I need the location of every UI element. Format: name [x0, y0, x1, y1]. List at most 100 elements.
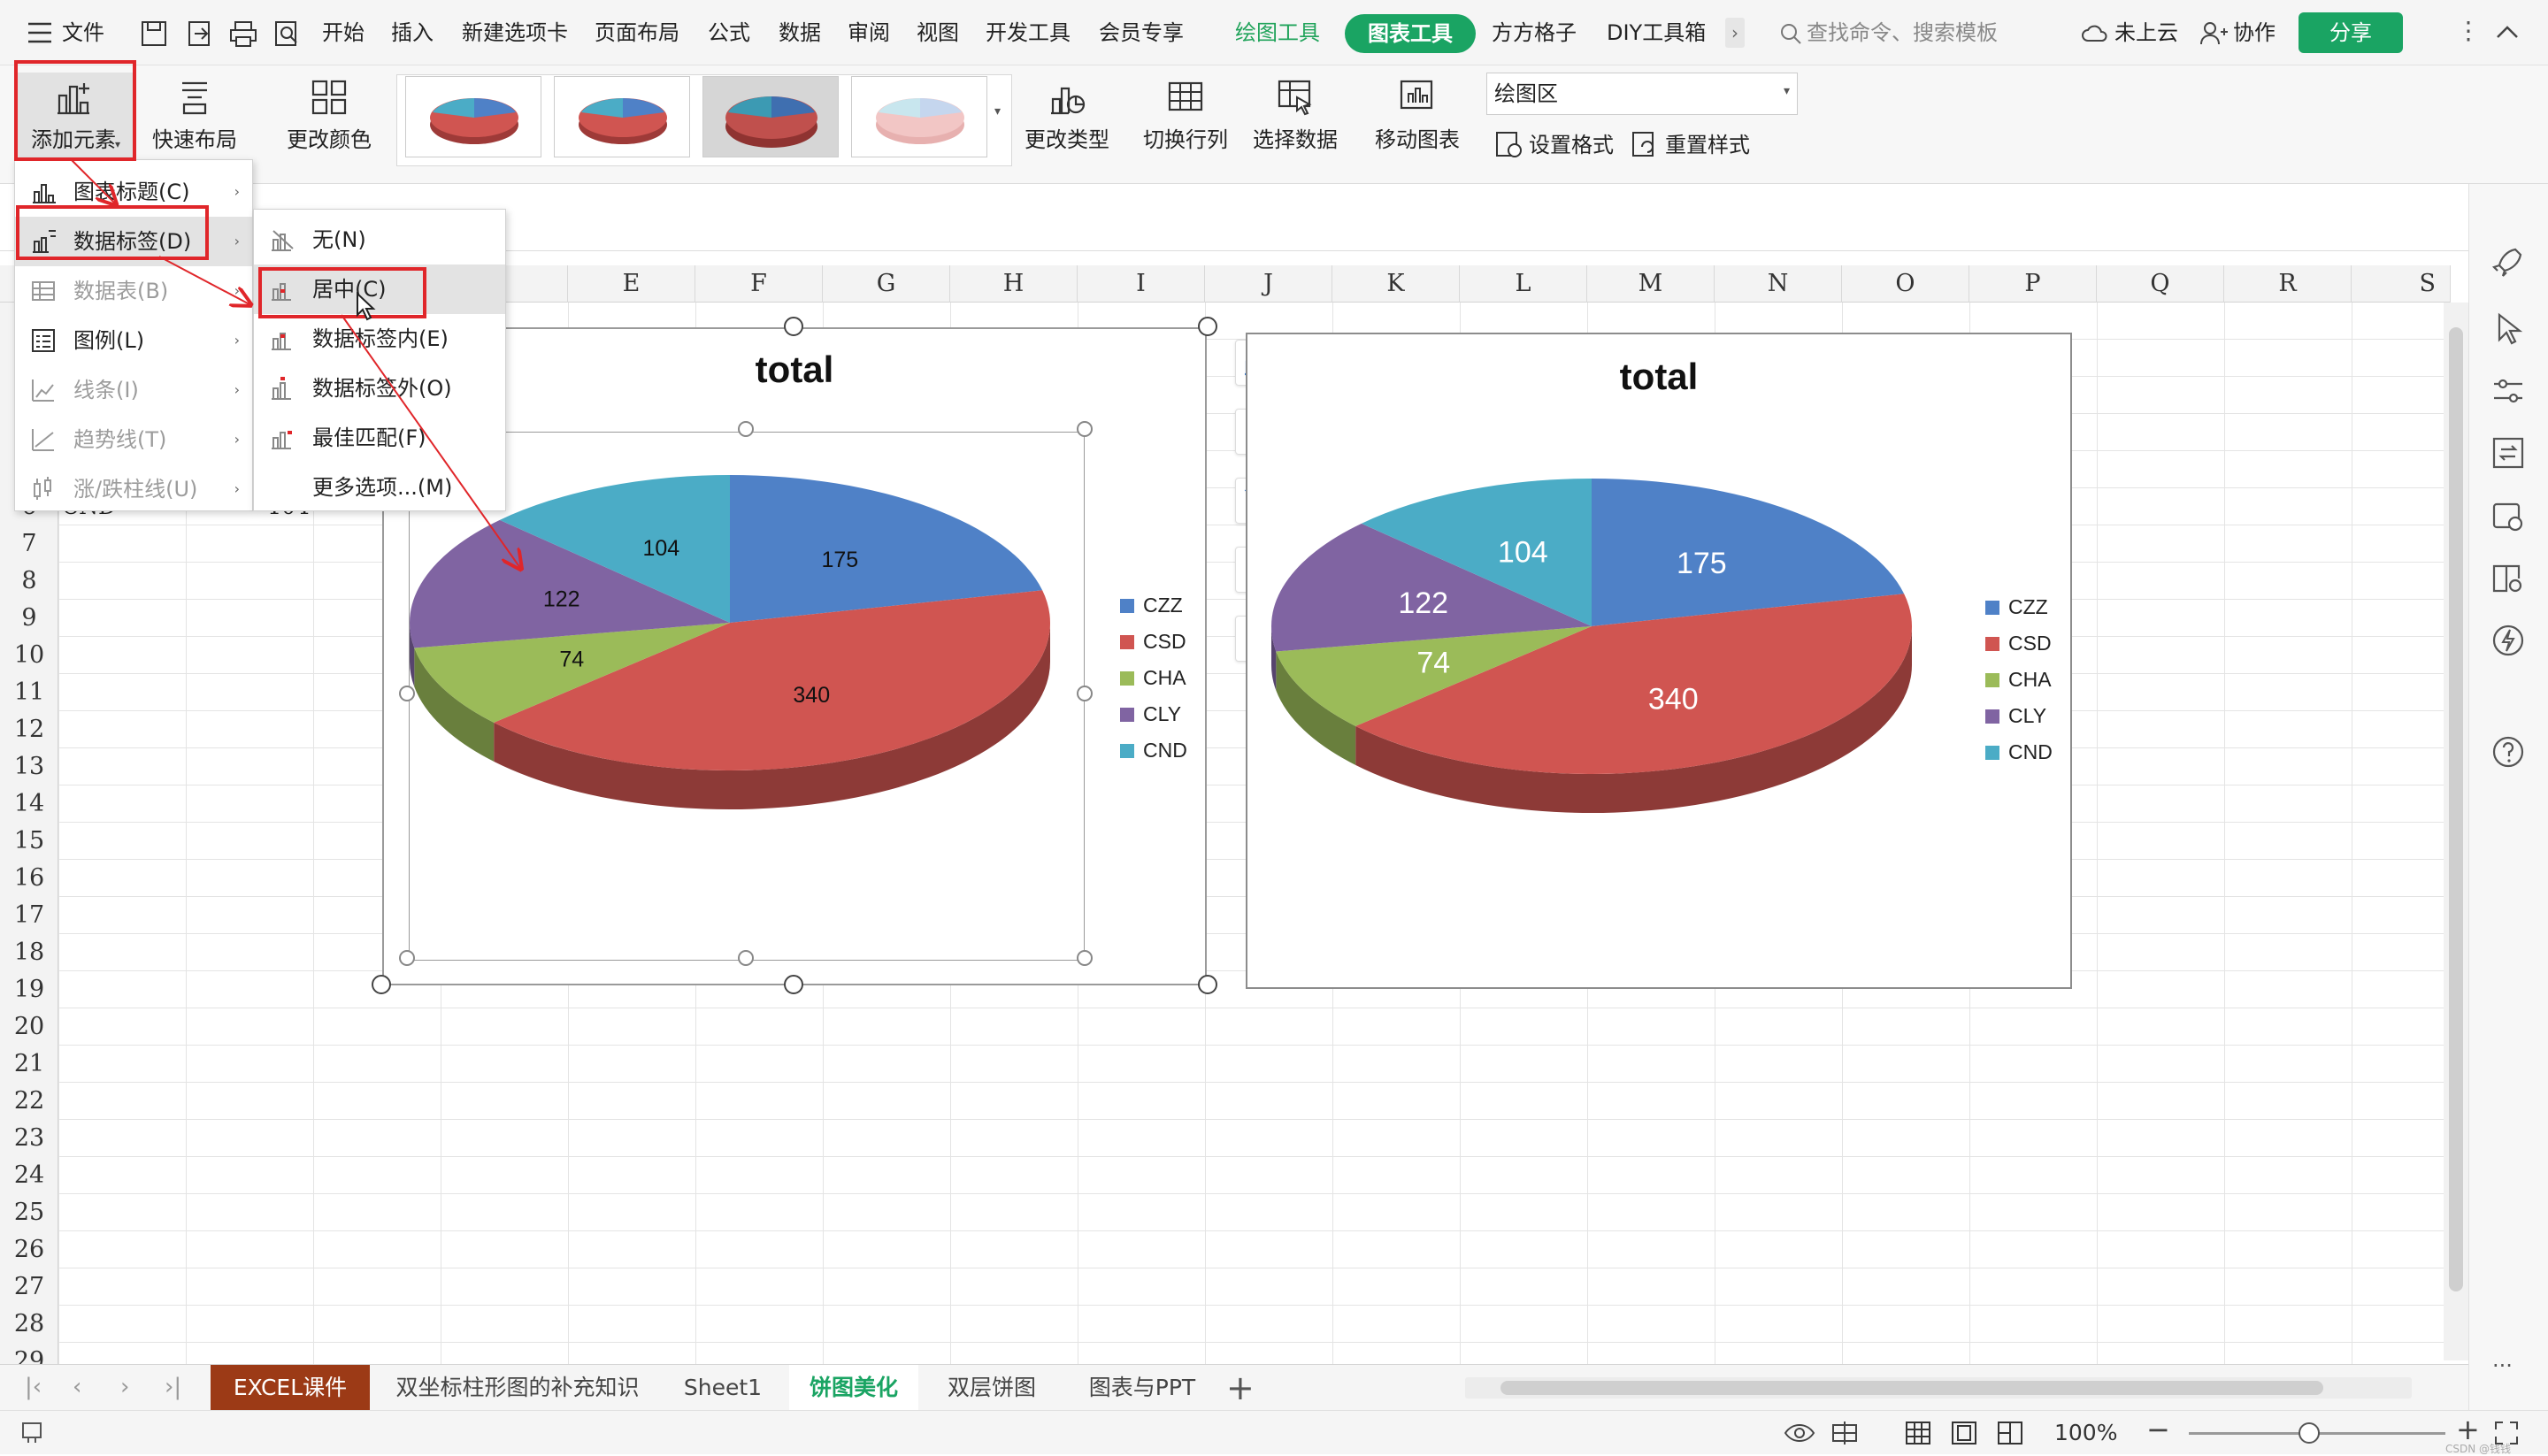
sheet-tab-sheet1[interactable]: Sheet1 [665, 1365, 780, 1411]
hamburger-icon[interactable] [27, 21, 53, 44]
more-options-icon[interactable]: ⋮ [2456, 16, 2481, 45]
menu-trendline[interactable]: 趋势线(T) › [15, 415, 252, 464]
print-icon[interactable] [228, 19, 258, 48]
eye-protection-icon[interactable] [1784, 1422, 1815, 1445]
data-label-center[interactable]: 居中(C) [254, 264, 505, 314]
row-17[interactable]: 17 [0, 897, 58, 934]
quick-layout-button[interactable]: 快速布局 [142, 73, 248, 153]
chart-area-select[interactable]: 绘图区 ▾ [1486, 73, 1798, 115]
row-23[interactable]: 23 [0, 1120, 58, 1157]
col-L[interactable]: L [1460, 265, 1587, 303]
chart-right[interactable]: total 175 340 74 122 104 CZZ CSD CHA CLY CND [1246, 333, 2072, 989]
menu-view[interactable]: 视图 [917, 12, 959, 53]
book-search-icon[interactable] [2489, 559, 2528, 598]
row-12[interactable]: 12 [0, 711, 58, 748]
left-pie-legend-item-cly[interactable]: CLY [1120, 696, 1187, 732]
chart-right-legend[interactable]: CZZ CSD CHA CLY CND [1985, 589, 2053, 770]
right-pie-legend-item-cly[interactable]: CLY [1985, 698, 2053, 734]
zoom-out-icon[interactable]: − [2146, 1413, 2170, 1446]
page-break-view-icon[interactable] [1996, 1420, 2024, 1446]
zoom-level[interactable]: 100% [2054, 1420, 2117, 1445]
resize-handle-bottom[interactable] [784, 975, 803, 994]
macro-record-icon[interactable] [19, 1420, 46, 1446]
help-icon[interactable] [2489, 732, 2528, 771]
vertical-scroll-thumb[interactable] [2449, 327, 2463, 1291]
chart-left-legend[interactable]: CZZ CSD CHA CLY CND [1120, 587, 1187, 769]
col-S[interactable]: S [2352, 265, 2451, 303]
print-preview-icon[interactable] [272, 19, 301, 48]
gallery-expand-icon[interactable]: ▾ [994, 104, 1001, 119]
next-sheet-icon[interactable]: › [120, 1374, 129, 1400]
menu-file[interactable]: 文件 [62, 12, 104, 53]
row-20[interactable]: 20 [0, 1008, 58, 1046]
plot-handle-top[interactable] [738, 421, 754, 437]
horizontal-scroll-thumb[interactable] [1500, 1381, 2323, 1395]
zoom-slider-thumb[interactable] [2299, 1422, 2320, 1444]
data-label-outside-end[interactable]: 数据标签外(O) [254, 364, 505, 413]
col-R[interactable]: R [2224, 265, 2352, 303]
resize-handle-top-right[interactable] [1198, 317, 1217, 336]
menu-lines[interactable]: 线条(I) › [15, 365, 252, 415]
col-K[interactable]: K [1332, 265, 1460, 303]
right-pie-data-label-cnd[interactable]: 104 [1498, 535, 1548, 569]
left-pie-data-label-cha[interactable]: 74 [559, 647, 584, 671]
right-pie-legend-item-czz[interactable]: CZZ [1985, 589, 2053, 625]
chart-right-pie[interactable]: 175 340 74 122 104 [1269, 439, 1915, 899]
row-19[interactable]: 19 [0, 971, 58, 1008]
cloud-status[interactable]: 未上云 [2114, 12, 2178, 53]
resize-handle-bottom-right[interactable] [1198, 975, 1217, 994]
menu-insert[interactable]: 插入 [391, 12, 434, 53]
left-pie-legend-item-cnd[interactable]: CND [1120, 732, 1187, 769]
data-label-more-options[interactable]: 更多选项...(M) [254, 463, 505, 512]
panel-more-icon[interactable]: ··· [2492, 1353, 2513, 1378]
move-chart-button[interactable]: 移动图表 [1368, 73, 1467, 153]
row-14[interactable]: 14 [0, 785, 58, 823]
col-F[interactable]: F [695, 265, 823, 303]
row-27[interactable]: 27 [0, 1268, 58, 1306]
left-pie-data-label-czz[interactable]: 175 [821, 548, 858, 572]
col-J[interactable]: J [1205, 265, 1332, 303]
right-pie-legend-item-csd[interactable]: CSD [1985, 625, 2053, 662]
row-24[interactable]: 24 [0, 1157, 58, 1194]
chart-left-title[interactable]: total [384, 349, 1205, 391]
reset-style-button[interactable]: 重置样式 [1665, 129, 1750, 161]
left-pie-data-label-cnd[interactable]: 104 [642, 536, 679, 561]
vertical-scrollbar[interactable] [2444, 303, 2468, 1360]
change-type-button[interactable]: 更改类型 [1017, 73, 1117, 153]
data-label-best-fit[interactable]: 最佳匹配(F) [254, 413, 505, 463]
chart-style-3[interactable] [702, 76, 839, 157]
select-data-button[interactable]: 选择数据 [1244, 73, 1347, 153]
set-format-button[interactable]: 设置格式 [1529, 129, 1614, 161]
data-label-inside-end[interactable]: 数据标签内(E) [254, 314, 505, 364]
right-pie-data-label-cha[interactable]: 74 [1416, 646, 1450, 679]
row-25[interactable]: 25 [0, 1194, 58, 1231]
row-21[interactable]: 21 [0, 1046, 58, 1083]
plot-handle-bottom[interactable] [738, 950, 754, 966]
lightning-icon[interactable] [2489, 621, 2528, 660]
chart-style-2[interactable] [554, 76, 690, 157]
left-pie-legend-item-cha[interactable]: CHA [1120, 660, 1187, 696]
right-pie-data-label-cly[interactable]: 122 [1398, 586, 1448, 620]
right-pie-legend-item-cnd[interactable]: CND [1985, 734, 2053, 770]
sheet-tab-pie-beautify[interactable]: 饼图美化 [789, 1365, 918, 1411]
page-layout-view-icon[interactable] [1950, 1420, 1978, 1446]
freeze-pane-icon[interactable] [1830, 1420, 1860, 1446]
plot-handle-bottom-left[interactable] [399, 950, 415, 966]
horizontal-scrollbar[interactable] [1465, 1377, 2412, 1399]
row-16[interactable]: 16 [0, 860, 58, 897]
menu-chart-tools[interactable]: 图表工具 [1345, 14, 1476, 53]
menu-diy-toolbox[interactable]: DIY工具箱 [1607, 12, 1706, 53]
last-sheet-icon[interactable]: ›| [165, 1374, 181, 1400]
chart-right-title[interactable]: total [1247, 356, 2070, 398]
row-15[interactable]: 15 [0, 823, 58, 860]
menu-data[interactable]: 数据 [779, 12, 821, 53]
first-sheet-icon[interactable]: |‹ [25, 1374, 42, 1400]
row-13[interactable]: 13 [0, 748, 58, 785]
menu-data-table[interactable]: 数据表(B) › [15, 266, 252, 316]
plot-handle-left[interactable] [399, 686, 415, 701]
col-M[interactable]: M [1587, 265, 1715, 303]
share-button[interactable]: 分享 [2299, 12, 2403, 53]
resize-handle-top[interactable] [784, 317, 803, 336]
row-28[interactable]: 28 [0, 1306, 58, 1343]
menu-home[interactable]: 开始 [322, 12, 365, 53]
